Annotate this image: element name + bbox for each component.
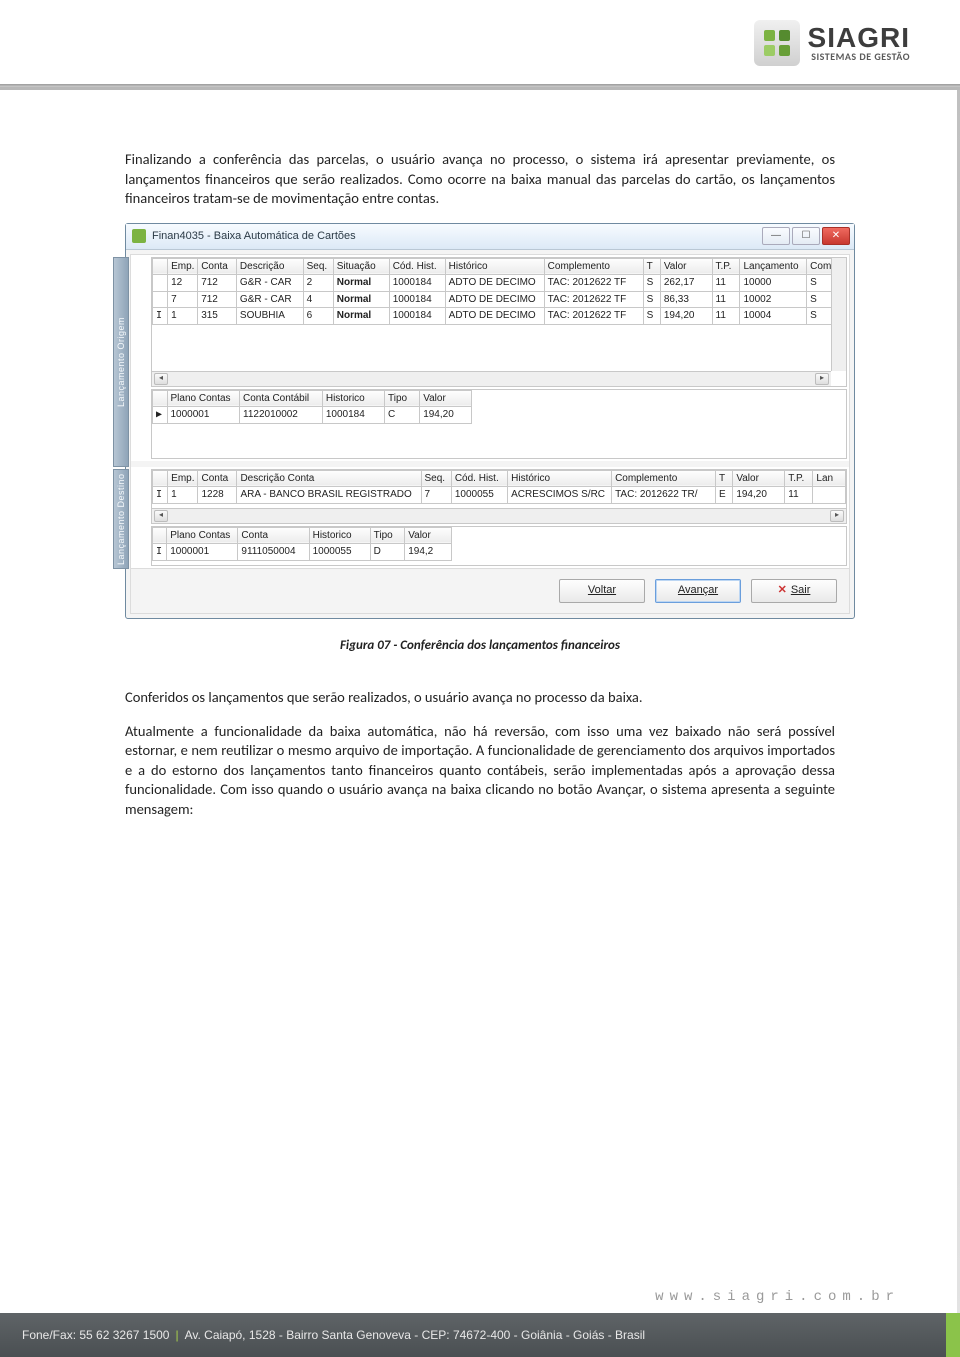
close-button[interactable]: ✕ [822, 227, 850, 245]
scroll-right-icon[interactable]: ▸ [815, 373, 829, 385]
footer-phone-label: Fone/Fax: [22, 1328, 76, 1342]
paragraph-3: Atualmente a funcionalidade da baixa aut… [125, 722, 835, 820]
vertical-scrollbar[interactable] [831, 258, 846, 371]
grid-destino-sub[interactable]: Plano Contas Conta Historico Tipo Valor … [151, 526, 847, 566]
button-bar: Voltar Avançar ✕ Sair [131, 568, 849, 613]
page-footer: Fone/Fax: 55 62 3267 1500 | Av. Caiapó, … [0, 1313, 960, 1357]
brand-logo-icon [754, 20, 800, 66]
back-button[interactable]: Voltar [559, 579, 645, 603]
table-row[interactable]: 12 712 G&R - CAR 2 Normal 1000184 ADTO D… [153, 275, 846, 292]
table-row[interactable]: 7 712 G&R - CAR 4 Normal 1000184 ADTO DE… [153, 291, 846, 308]
window-titlebar: Finan4035 - Baixa Automática de Cartões … [126, 224, 854, 250]
grid-origem-sub[interactable]: Plano Contas Conta Contábil Historico Ti… [151, 389, 847, 459]
brand-tagline: SISTEMAS DE GESTÃO [808, 52, 910, 62]
table-row[interactable]: I 1000001 9111050004 1000055 D 194,2 [153, 544, 452, 561]
grid-origem-main[interactable]: Emp. Conta Descrição Seq. Situação Cód. … [151, 257, 847, 387]
brand-logo: SIAGRI SISTEMAS DE GESTÃO [754, 20, 910, 66]
table-row[interactable]: I 1 315 SOUBHIA 6 Normal 1000184 ADTO DE… [153, 308, 846, 325]
grid3-header-row: Emp. Conta Descrição Conta Seq. Cód. His… [153, 470, 846, 487]
close-icon: ✕ [778, 583, 787, 598]
app-window: Finan4035 - Baixa Automática de Cartões … [125, 223, 855, 619]
grid2-header-row: Plano Contas Conta Contábil Historico Ti… [153, 390, 472, 407]
exit-button[interactable]: ✕ Sair [751, 579, 837, 603]
paragraph-1: Finalizando a conferência das parcelas, … [125, 150, 835, 209]
brand-name: SIAGRI [808, 24, 910, 52]
next-button[interactable]: Avançar [655, 579, 741, 603]
table-row[interactable]: ▶ 1000001 1122010002 1000184 C 194,20 [153, 407, 472, 424]
app-icon [132, 229, 146, 243]
footer-address: Av. Caiapó, 1528 - Bairro Santa Genoveva… [185, 1328, 645, 1342]
panel-origem: Lançamento Origem [131, 257, 849, 459]
footer-phone: 55 62 3267 1500 [79, 1328, 169, 1342]
page-header: SIAGRI SISTEMAS DE GESTÃO [0, 0, 960, 90]
footer-accent [946, 1313, 960, 1357]
figure-caption: Figura 07 - Conferência dos lançamentos … [125, 637, 835, 655]
table-row[interactable]: I 1 1228 ARA - BANCO BRASIL REGISTRADO 7… [153, 487, 846, 504]
grid1-header-row: Emp. Conta Descrição Seq. Situação Cód. … [153, 258, 846, 275]
window-title: Finan4035 - Baixa Automática de Cartões [152, 229, 356, 244]
scroll-left-icon[interactable]: ◂ [154, 510, 168, 522]
scroll-left-icon[interactable]: ◂ [154, 373, 168, 385]
scroll-right-icon[interactable]: ▸ [830, 510, 844, 522]
panel-destino: Lançamento Destino [131, 469, 849, 566]
website-url: www.siagri.com.br [655, 1289, 900, 1305]
footer-separator: | [175, 1328, 178, 1342]
document-body: Finalizando a conferência das parcelas, … [0, 90, 960, 820]
panel-destino-label: Lançamento Destino [113, 469, 129, 569]
panel-origem-label: Lançamento Origem [113, 257, 129, 467]
minimize-button[interactable]: ― [762, 227, 790, 245]
paragraph-2: Conferidos os lançamentos que serão real… [125, 688, 835, 708]
maximize-button[interactable]: ☐ [792, 227, 820, 245]
grid-destino-main[interactable]: Emp. Conta Descrição Conta Seq. Cód. His… [151, 469, 847, 524]
grid4-header-row: Plano Contas Conta Historico Tipo Valor [153, 527, 452, 544]
